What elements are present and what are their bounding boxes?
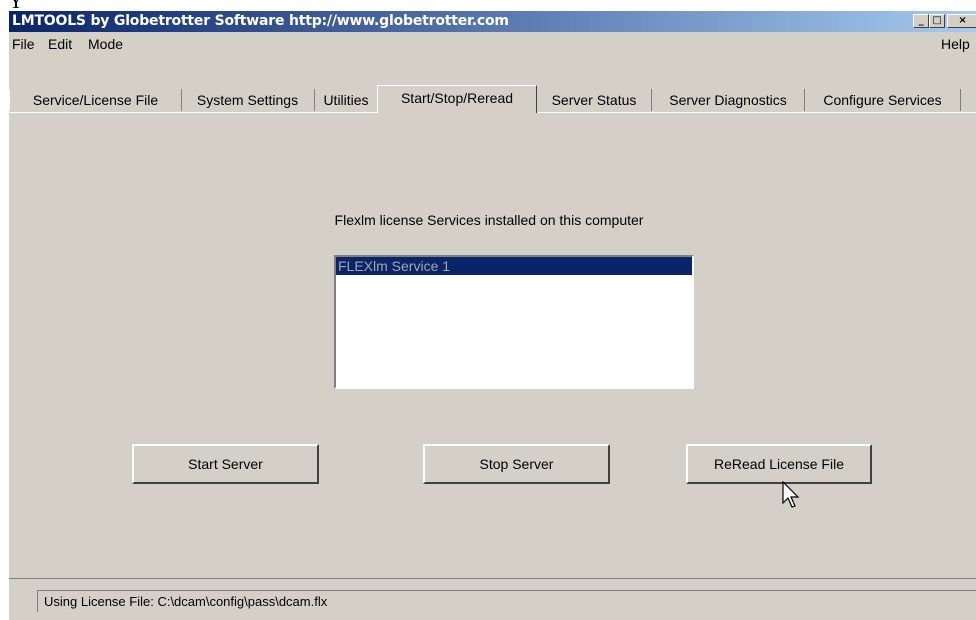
start-server-button[interactable]: Start Server [132,444,319,484]
service-list-item[interactable]: FLEXlm Service 1 [336,257,692,275]
tab-start-stop-reread[interactable]: Start/Stop/Reread [377,85,537,113]
window-title: LMTOOLS by Globetrotter Software http://… [12,13,509,29]
tab-system-settings[interactable]: System Settings [181,89,315,111]
menu-edit[interactable]: Edit [48,36,72,52]
tab-strip: Service/License File System Settings Uti… [9,57,976,113]
tab-service-license-file[interactable]: Service/License File [9,89,182,111]
tab-server-status[interactable]: Server Status [537,89,652,111]
close-button[interactable]: × [947,14,976,28]
tab-server-diagnostics[interactable]: Server Diagnostics [652,89,805,111]
title-bar[interactable]: LMTOOLS by Globetrotter Software http://… [9,11,976,32]
maximize-button[interactable]: □ [929,14,945,28]
reread-license-file-button[interactable]: ReRead License File [686,444,872,484]
stop-server-button[interactable]: Stop Server [423,444,610,484]
menu-file[interactable]: File [12,36,35,52]
services-caption: Flexlm license Services installed on thi… [334,212,644,228]
lmtools-window: LMTOOLS by Globetrotter Software http://… [8,10,976,620]
menu-help[interactable]: Help [941,36,970,52]
services-listbox[interactable]: FLEXlm Service 1 [334,255,694,389]
status-bar: Using License File: C:\dcam\config\pass\… [9,578,976,620]
license-file-status: Using License File: C:\dcam\config\pass\… [37,590,976,612]
minimize-button[interactable]: _ [913,14,929,28]
start-stop-reread-panel: Flexlm license Services installed on thi… [9,112,976,578]
tab-configure-services[interactable]: Configure Services [805,89,961,111]
menu-bar: File Edit Mode Help [9,33,976,55]
mouse-pointer-icon [782,481,800,508]
menu-mode[interactable]: Mode [88,36,123,52]
tab-utilities[interactable]: Utilities [315,89,378,111]
